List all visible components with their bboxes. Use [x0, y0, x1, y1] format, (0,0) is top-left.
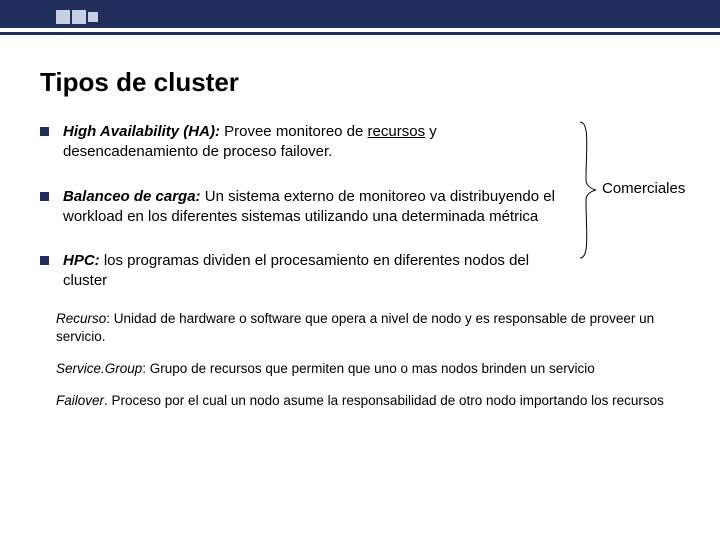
bullet-term: High Availability (HA): — [63, 123, 220, 140]
square-icon — [88, 12, 98, 22]
bullet-text: Balanceo de carga: Un sistema externo de… — [63, 187, 570, 228]
bullet-text: High Availability (HA): Provee monitoreo… — [63, 122, 570, 163]
bullet-item-ha: High Availability (HA): Provee monitoreo… — [40, 122, 570, 163]
definition-failover: Failover. Proceso por el cual un nodo as… — [56, 392, 680, 410]
definition-term: Service.Group — [56, 361, 142, 376]
decorative-squares — [56, 10, 98, 24]
square-icon — [72, 10, 86, 24]
curly-brace — [576, 120, 598, 300]
definition-term: Recurso — [56, 311, 106, 326]
annotation-comerciales: Comerciales — [602, 180, 685, 197]
slide-content: Tipos de cluster High Availability (HA):… — [0, 35, 720, 434]
bullet-item-hpc: HPC: los programas dividen el procesamie… — [40, 251, 570, 292]
bullet-text: HPC: los programas dividen el procesamie… — [63, 251, 570, 292]
bullet-term: HPC: — [63, 252, 100, 269]
bullet-term: Balanceo de carga: — [63, 188, 201, 205]
definition-recurso: Recurso: Unidad de hardware o software q… — [56, 310, 680, 346]
definitions: Recurso: Unidad de hardware o software q… — [40, 310, 680, 411]
bullet-item-balanceo: Balanceo de carga: Un sistema externo de… — [40, 187, 570, 228]
square-icon — [56, 10, 70, 24]
definition-servicegroup: Service.Group: Grupo de recursos que per… — [56, 360, 680, 378]
slide-title: Tipos de cluster — [40, 67, 680, 98]
bullet-icon — [40, 127, 49, 136]
bullet-icon — [40, 192, 49, 201]
bullet-list: High Availability (HA): Provee monitoreo… — [40, 122, 570, 310]
bullet-icon — [40, 256, 49, 265]
title-bar — [0, 0, 720, 28]
underlined-word: recursos — [368, 123, 426, 140]
definition-term: Failover — [56, 393, 104, 408]
